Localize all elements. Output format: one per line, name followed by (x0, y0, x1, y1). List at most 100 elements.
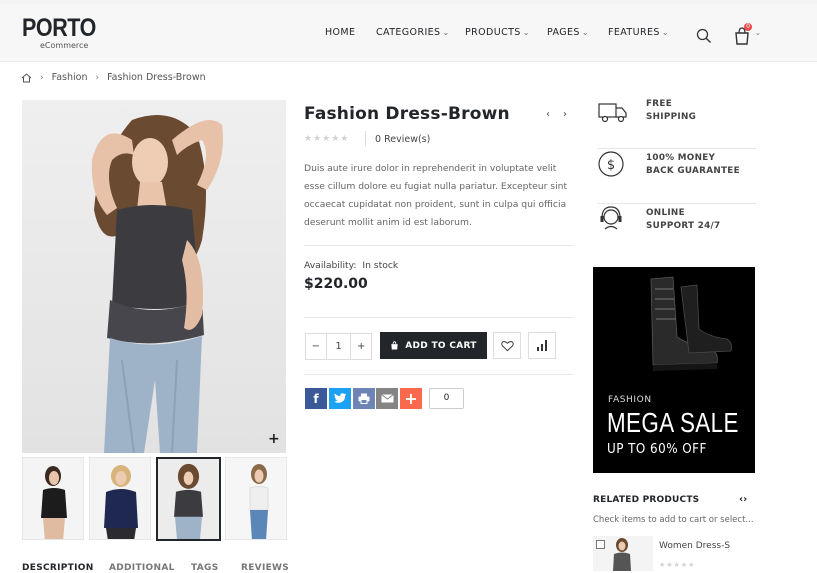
thumbnail-photo (23, 458, 83, 539)
chevron-right-icon: › (95, 72, 100, 83)
tab-description[interactable]: DESCRIPTION (22, 563, 94, 573)
breadcrumb: › Fashion › Fashion Dress-Brown (21, 72, 206, 83)
tab-reviews[interactable]: REVIEWS (241, 563, 289, 573)
divider (304, 317, 573, 318)
banner-headline: MEGA SALE (607, 407, 739, 438)
next-product-icon[interactable]: › (563, 109, 567, 120)
nav-label: PAGES (547, 27, 580, 38)
divider (365, 131, 366, 146)
related-hint: Check items to add to cart or select... (593, 515, 754, 525)
thumbnail-1[interactable] (22, 457, 84, 540)
chevron-down-icon: ⌄ (661, 28, 669, 37)
divider (304, 245, 573, 246)
product-title: Fashion Dress-Brown (304, 104, 510, 124)
bird-glyph (333, 393, 346, 403)
chevron-down-icon: ⌄ (522, 28, 530, 37)
banner-label: FASHION (608, 395, 652, 405)
feature-text: FREE SHIPPING (646, 98, 696, 124)
availability: Availability: In stock (304, 260, 398, 271)
divider (304, 374, 573, 375)
thumbnail-photo (90, 458, 150, 539)
tab-additional[interactable]: ADDITIONAL (109, 563, 175, 573)
chevron-down-icon: ⌄ (581, 28, 589, 37)
add-to-cart-button[interactable]: ADD TO CART (380, 332, 487, 359)
availability-value: In stock (362, 260, 399, 271)
qty-input[interactable]: 1 (325, 334, 352, 359)
support-icon (600, 206, 622, 230)
feature-text: ONLINE SUPPORT 24/7 (646, 207, 720, 233)
more-share-icon[interactable]: + (400, 388, 422, 409)
nav-item-features[interactable]: FEATURES ⌄ (608, 27, 669, 38)
envelope-glyph (380, 394, 394, 403)
compare-button[interactable] (528, 332, 556, 359)
related-item-stars: ★★★★★ (659, 561, 696, 569)
nav-label: CATEGORIES (376, 27, 441, 38)
home-icon[interactable] (21, 72, 32, 83)
zoom-icon[interactable]: + (268, 431, 280, 447)
add-to-cart-label: ADD TO CART (405, 340, 477, 351)
nav-label: PRODUCTS (465, 27, 521, 38)
thumbnail-4[interactable] (225, 457, 287, 540)
nav-item-products[interactable]: PRODUCTS ⌄ (465, 27, 530, 38)
feature-line: SUPPORT 24/7 (646, 221, 721, 231)
reviews-link[interactable]: 0 Review(s) (375, 134, 430, 145)
feature-line: 100% MONEY (646, 153, 716, 163)
dollar-icon: $ (598, 151, 624, 177)
nav-item-pages[interactable]: PAGES ⌄ (547, 27, 589, 38)
rating-stars: ★★★★★ (304, 134, 350, 144)
tab-tags[interactable]: TAGS (191, 563, 218, 573)
logo[interactable]: PORTO eCommerce (22, 14, 108, 50)
feature-free-shipping: FREE SHIPPING (598, 95, 756, 149)
qty-minus-button[interactable]: − (306, 334, 326, 359)
chevron-down-icon: ⌄ (442, 28, 450, 37)
feature-money-back: $ 100% MONEY BACK GUARANTEE (598, 149, 756, 204)
chart-bars-icon (537, 340, 547, 351)
feature-line: BACK GUARANTEE (646, 166, 740, 176)
related-nav: ‹› (739, 494, 747, 505)
share-count: 0 (429, 388, 464, 409)
nav-item-home[interactable]: HOME (325, 27, 355, 38)
thumbnail-3[interactable] (156, 457, 221, 541)
qty-plus-button[interactable]: + (351, 334, 371, 359)
thumbnail-photo (158, 459, 219, 539)
related-item-checkbox[interactable] (596, 540, 605, 549)
feature-line: FREE (646, 99, 673, 109)
related-products-title: RELATED PRODUCTS (593, 495, 700, 505)
email-share-icon[interactable] (376, 388, 398, 409)
truck-icon (598, 103, 627, 123)
feature-line: ONLINE (646, 208, 685, 218)
product-price: $220.00 (304, 276, 368, 292)
product-main-image[interactable] (22, 100, 286, 453)
boots-image (650, 276, 732, 371)
nav-label: FEATURES (608, 27, 660, 38)
twitter-share-icon[interactable] (329, 388, 351, 409)
availability-label: Availability: (304, 260, 357, 271)
model-photo (22, 100, 286, 453)
mega-sale-banner[interactable]: FASHION MEGA SALE UP TO 60% OFF (593, 267, 755, 473)
related-item-name[interactable]: Women Dress-S (659, 541, 730, 551)
facebook-share-icon[interactable]: f (305, 388, 327, 409)
search-icon[interactable] (696, 28, 712, 44)
chevron-right-icon[interactable]: › (743, 494, 747, 505)
breadcrumb-item-fashion[interactable]: Fashion (52, 72, 88, 83)
chevron-right-icon: › (40, 72, 44, 83)
site-header: PORTO eCommerce HOME CATEGORIES ⌄ PRODUCT… (0, 4, 817, 62)
nav-item-categories[interactable]: CATEGORIES ⌄ (376, 27, 450, 38)
thumbnail-photo (226, 458, 286, 539)
wishlist-button[interactable] (493, 332, 521, 359)
thumbnail-2[interactable] (89, 457, 151, 540)
nav-label: HOME (325, 27, 356, 38)
breadcrumb-item-current: Fashion Dress-Brown (107, 72, 206, 83)
chevron-down-icon[interactable]: ⌄ (755, 29, 761, 37)
logo-text: PORTO (22, 14, 96, 42)
quantity-stepper: − 1 + (305, 333, 372, 360)
prev-product-icon[interactable]: ‹ (546, 109, 550, 120)
svg-text:$: $ (607, 158, 615, 173)
bag-icon (391, 341, 398, 350)
print-share-icon[interactable] (353, 388, 375, 409)
feature-online-support: ONLINE SUPPORT 24/7 (598, 204, 756, 240)
logo-subtext: eCommerce (40, 41, 89, 50)
heart-icon (500, 340, 514, 351)
feature-text: 100% MONEY BACK GUARANTEE (646, 152, 740, 178)
feature-line: SHIPPING (646, 112, 697, 122)
